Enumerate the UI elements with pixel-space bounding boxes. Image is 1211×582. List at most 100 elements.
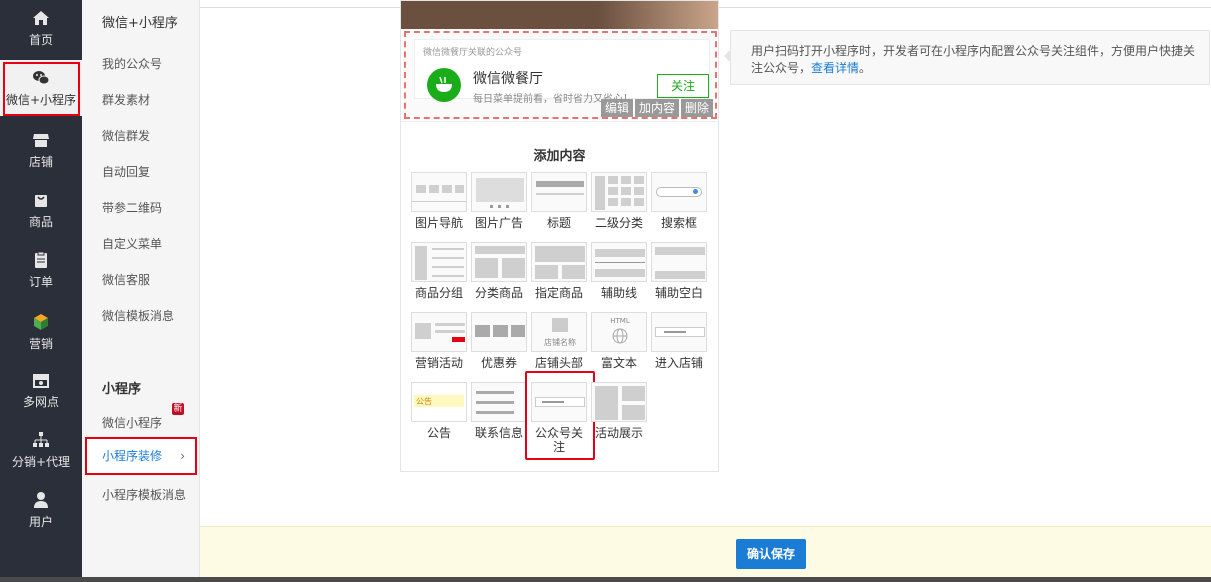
cube-icon xyxy=(34,313,48,330)
tile-search-box[interactable]: 搜索框 xyxy=(651,172,707,230)
sub-item-mini-program-template-msg[interactable]: 小程序模板消息 xyxy=(102,486,186,503)
store-header-icon: 店铺名称 xyxy=(531,312,587,352)
tile-label: 搜索框 xyxy=(660,216,697,230)
tile-label: 指定商品 xyxy=(534,286,583,300)
nav-label: 用户 xyxy=(28,514,53,529)
account-name: 微信微餐厅 xyxy=(473,71,543,87)
sub-item-my-official-account[interactable]: 我的公众号 xyxy=(102,55,162,72)
sub-item-wechat-template-msg[interactable]: 微信模板消息 xyxy=(102,307,174,324)
notice-icon: 公告 xyxy=(411,382,467,422)
tile-contact-info[interactable]: 联系信息 xyxy=(471,382,527,440)
nav-label: 商品 xyxy=(28,214,53,229)
nav-label: 营销 xyxy=(28,336,53,351)
add-content-button[interactable]: 加内容 xyxy=(634,99,679,117)
official-account-follow-component[interactable]: 微信微餐厅关联的公众号 微信微餐厅 每日菜单提前看，省时省力又省心！ 关注 编辑… xyxy=(404,31,717,119)
new-badge: 新 xyxy=(172,403,184,415)
sub-item-wechat-mini-program[interactable]: 微信小程序 xyxy=(102,414,162,431)
nav-item-goods[interactable]: 商品 xyxy=(0,182,82,238)
image-ad-icon xyxy=(471,172,527,212)
view-details-link[interactable]: 查看详情 xyxy=(811,61,859,75)
sub-item-param-qrcode[interactable]: 带参二维码 xyxy=(102,199,162,216)
nav-item-distribution[interactable]: 分销+代理 xyxy=(0,422,82,478)
follow-card: 微信微餐厅关联的公众号 微信微餐厅 每日菜单提前看，省时省力又省心！ 关注 xyxy=(414,39,710,105)
nav-item-orders[interactable]: 订单 xyxy=(0,242,82,298)
tile-category-goods[interactable]: 分类商品 xyxy=(471,242,527,300)
coupon-icon xyxy=(471,312,527,352)
sub-item-mini-program-decor[interactable]: 小程序装修 › xyxy=(85,437,197,475)
tile-goods-group[interactable]: 商品分组 xyxy=(411,242,467,300)
sub-category-icon xyxy=(591,172,647,212)
nav-item-marketing[interactable]: 营销 xyxy=(0,304,82,360)
highlight-frame xyxy=(3,62,80,116)
tile-label: 商品分组 xyxy=(414,286,463,300)
tile-label: 图片导航 xyxy=(414,216,463,230)
hierarchy-icon xyxy=(33,431,49,447)
goods-group-icon xyxy=(411,242,467,282)
tile-label: 活动展示 xyxy=(594,426,643,440)
help-tip-tail: 。 xyxy=(859,61,872,75)
tile-label: 图片广告 xyxy=(474,216,523,230)
tile-label: 进入店铺 xyxy=(654,356,703,370)
nav-item-home[interactable]: 首页 xyxy=(0,0,82,56)
tile-rich-text[interactable]: HTML 富文本 xyxy=(591,312,647,370)
title-block-icon xyxy=(531,172,587,212)
tile-title[interactable]: 标题 xyxy=(531,172,587,230)
tile-activity-display[interactable]: 活动展示 xyxy=(591,382,647,440)
sub-item-custom-menu[interactable]: 自定义菜单 xyxy=(102,235,162,252)
tile-image-nav[interactable]: 图片导航 xyxy=(411,172,467,230)
store-icon xyxy=(33,133,49,147)
category-goods-icon xyxy=(471,242,527,282)
tile-enter-store[interactable]: 进入店铺 xyxy=(651,312,707,370)
branch-store-icon xyxy=(33,373,49,388)
enter-store-icon xyxy=(651,312,707,352)
sub-item-auto-reply[interactable]: 自动回复 xyxy=(102,163,150,180)
follow-component-icon xyxy=(531,382,587,422)
footer-bar: 确认保存 xyxy=(200,526,1211,582)
confirm-save-button[interactable]: 确认保存 xyxy=(736,539,806,569)
tile-label: 富文本 xyxy=(600,356,637,370)
tile-label: 店铺头部 xyxy=(534,356,583,370)
tile-label: 营销活动 xyxy=(414,356,463,370)
taskbar-strip xyxy=(0,577,1211,582)
follow-note: 微信微餐厅关联的公众号 xyxy=(423,48,523,58)
tile-label: 辅助线 xyxy=(600,286,637,300)
tile-official-account-follow[interactable]: 公众号关注 xyxy=(525,371,595,460)
bag-icon xyxy=(35,194,47,207)
nav-item-wechat[interactable]: 微信+小程序 xyxy=(0,60,82,116)
divider xyxy=(401,121,718,122)
bowl-logo-icon xyxy=(427,68,461,102)
sub-item-mass-materials[interactable]: 群发素材 xyxy=(102,91,150,108)
sub-menu: 微信+小程序 我的公众号 群发素材 微信群发 自动回复 带参二维码 自定义菜单 … xyxy=(82,0,200,582)
nav-item-branches[interactable]: 多网点 xyxy=(0,362,82,418)
tile-blank-space[interactable]: 辅助空白 xyxy=(651,242,707,300)
store-name-text: 店铺名称 xyxy=(544,338,576,347)
nav-item-store[interactable]: 店铺 xyxy=(0,122,82,178)
sub-item-label: 小程序装修 xyxy=(102,449,163,463)
phone-preview: 微信微餐厅关联的公众号 微信微餐厅 每日菜单提前看，省时省力又省心！ 关注 编辑… xyxy=(400,0,719,472)
main-nav: 首页 微信+小程序 店铺 商品 订单 营销 多网点 分销+代理 用户 xyxy=(0,0,82,582)
sub-menu-title: 微信+小程序 xyxy=(102,16,178,31)
tile-sub-category[interactable]: 二级分类 xyxy=(591,172,647,230)
tile-label: 公告 xyxy=(426,426,451,440)
component-ops: 编辑 加内容 删除 xyxy=(600,99,713,117)
follow-button[interactable]: 关注 xyxy=(657,74,709,98)
blank-space-icon xyxy=(651,242,707,282)
edit-button[interactable]: 编辑 xyxy=(600,99,633,117)
tile-divider-line[interactable]: 辅助线 xyxy=(591,242,647,300)
tile-label: 联系信息 xyxy=(474,426,523,440)
tile-label: 分类商品 xyxy=(474,286,523,300)
specified-goods-icon xyxy=(531,242,587,282)
tile-specified-goods[interactable]: 指定商品 xyxy=(531,242,587,300)
nav-label: 首页 xyxy=(28,32,53,47)
sub-item-wechat-service[interactable]: 微信客服 xyxy=(102,271,150,288)
delete-button[interactable]: 删除 xyxy=(680,99,713,117)
tile-store-header[interactable]: 店铺名称 店铺头部 xyxy=(531,312,587,370)
sub-item-wechat-mass-send[interactable]: 微信群发 xyxy=(102,127,150,144)
nav-item-users[interactable]: 用户 xyxy=(0,482,82,538)
tile-notice[interactable]: 公告 公告 xyxy=(411,382,467,440)
notice-text: 公告 xyxy=(416,397,432,406)
tile-label: 优惠券 xyxy=(480,356,517,370)
tile-image-ad[interactable]: 图片广告 xyxy=(471,172,527,230)
tile-marketing-activity[interactable]: 营销活动 xyxy=(411,312,467,370)
tile-coupon[interactable]: 优惠券 xyxy=(471,312,527,370)
